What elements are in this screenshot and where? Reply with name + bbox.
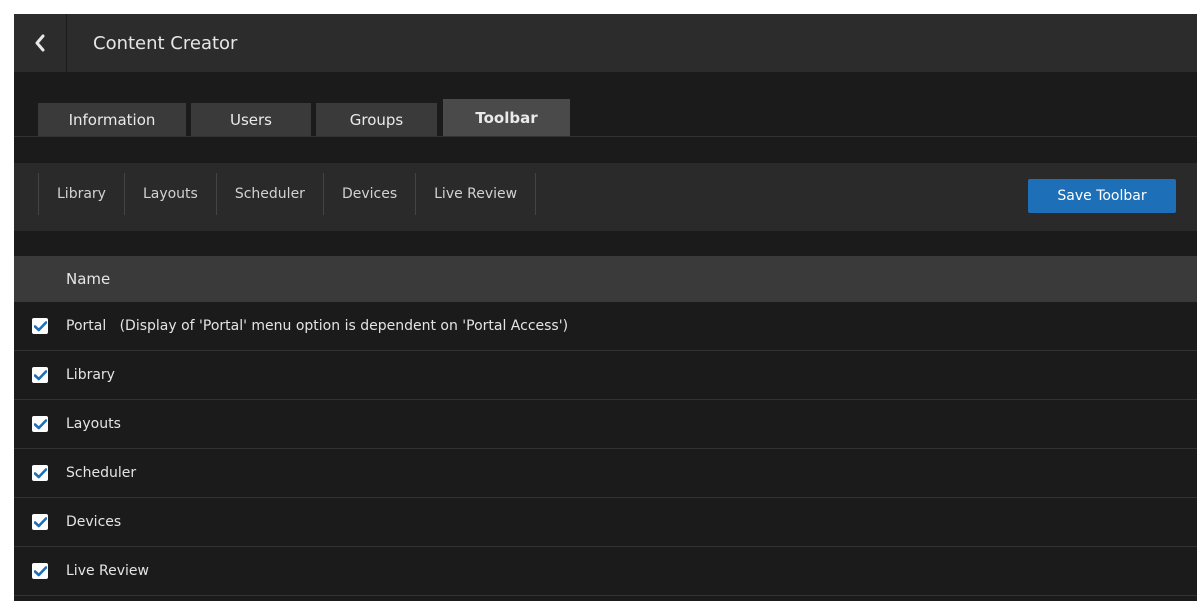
toolbar-item-scheduler[interactable]: Scheduler (215, 173, 323, 215)
row-checkbox[interactable] (32, 318, 48, 334)
row-checkbox[interactable] (32, 465, 48, 481)
row-checkbox[interactable] (32, 416, 48, 432)
checkmark-icon (33, 320, 47, 331)
row-checkbox[interactable] (32, 563, 48, 579)
column-header-name: Name (66, 270, 111, 288)
toolbar-item-layouts[interactable]: Layouts (123, 173, 216, 215)
save-toolbar-button[interactable]: Save Toolbar (1028, 179, 1176, 213)
table-header: Name (14, 256, 1197, 302)
toolbar-table: Name Portal (Display of 'Portal' menu op… (14, 256, 1197, 596)
row-label: Live Review (66, 563, 149, 579)
table-row: Layouts (14, 400, 1197, 449)
tab-bar: Information Users Groups Toolbar (14, 72, 1197, 137)
tab-users[interactable]: Users (191, 103, 311, 136)
row-label: Library (66, 367, 115, 383)
checkmark-icon (33, 369, 47, 380)
row-label: Layouts (66, 416, 121, 432)
checkmark-icon (33, 516, 47, 527)
toolbar-items: Library Layouts Scheduler Devices Live R… (38, 173, 537, 215)
chevron-left-icon (35, 34, 45, 52)
toolbar-item-library[interactable]: Library (38, 173, 124, 215)
row-checkbox[interactable] (32, 514, 48, 530)
checkmark-icon (33, 418, 47, 429)
tab-information[interactable]: Information (38, 103, 186, 136)
row-checkbox[interactable] (32, 367, 48, 383)
checkmark-icon (33, 467, 47, 478)
frame-left (0, 0, 14, 601)
table-row: Live Review (14, 547, 1197, 596)
checkmark-icon (33, 565, 47, 576)
tab-groups[interactable]: Groups (316, 103, 437, 136)
table-row: Library (14, 351, 1197, 400)
toolbar-item-devices[interactable]: Devices (322, 173, 415, 215)
app-window: Content Creator Information Users Groups… (0, 0, 1199, 601)
frame-top (0, 0, 1199, 14)
row-label: Portal (Display of 'Portal' menu option … (66, 318, 569, 334)
table-row: Portal (Display of 'Portal' menu option … (14, 302, 1197, 351)
table-row: Devices (14, 498, 1197, 547)
tab-toolbar[interactable]: Toolbar (443, 99, 570, 136)
table-row: Scheduler (14, 449, 1197, 498)
header-bar: Content Creator (14, 14, 1197, 72)
row-label: Scheduler (66, 465, 137, 481)
toolbar-preview-bar: Library Layouts Scheduler Devices Live R… (14, 163, 1197, 231)
toolbar-item-live-review[interactable]: Live Review (415, 173, 537, 215)
row-label: Devices (66, 514, 122, 530)
back-button[interactable] (14, 14, 67, 72)
page-title: Content Creator (93, 32, 238, 54)
